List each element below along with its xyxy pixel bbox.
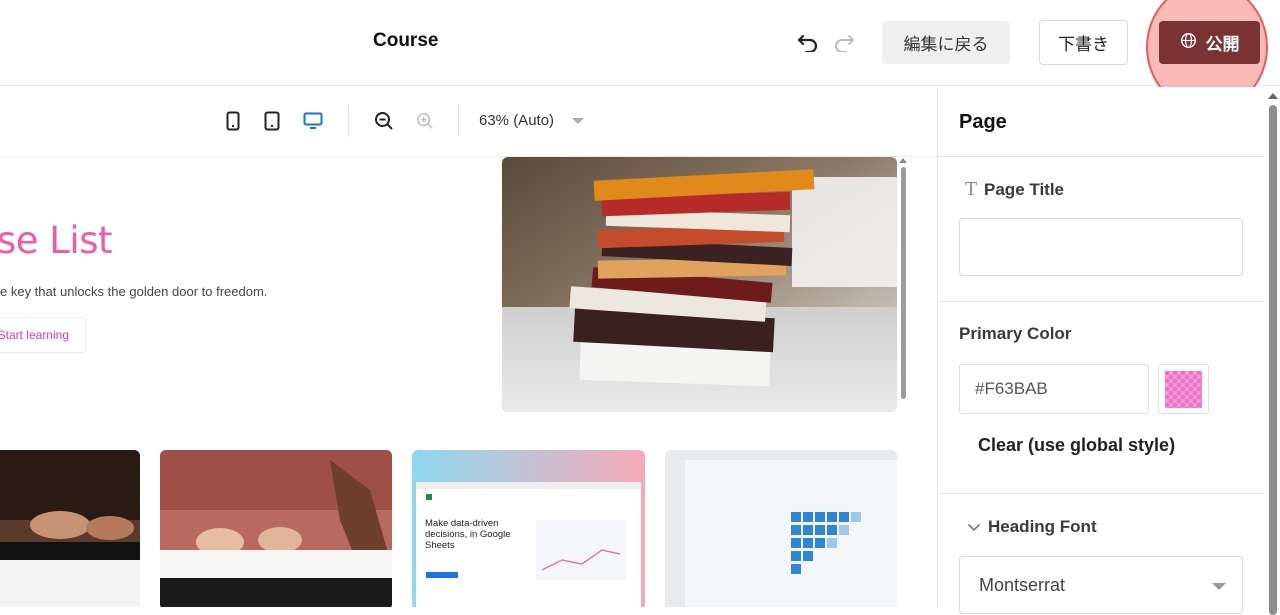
page-title: Course — [373, 30, 439, 51]
chevron-down-icon — [967, 517, 981, 537]
undo-icon[interactable] — [796, 30, 820, 54]
page-title-label-text: Page Title — [984, 179, 1065, 199]
card-heading: Make data-driven decisions, in Google Sh… — [425, 518, 511, 551]
heading-font-label[interactable]: Heading Font — [967, 517, 1097, 537]
tablet-icon[interactable] — [261, 110, 283, 132]
panel-title: Page — [959, 111, 1007, 133]
page-title-label: T Page Title — [965, 179, 1064, 200]
color-swatch-button[interactable] — [1158, 364, 1209, 414]
start-learning-button[interactable]: Start learning — [0, 317, 86, 353]
course-card-image[interactable] — [665, 450, 897, 607]
zoom-select[interactable]: 63% (Auto) — [479, 112, 554, 129]
draft-button[interactable]: 下書き — [1039, 20, 1128, 65]
preview-scrollbar-thumb[interactable] — [901, 167, 906, 399]
page-title-input[interactable] — [959, 218, 1243, 276]
back-to-edit-button[interactable]: 編集に戻る — [882, 21, 1010, 64]
course-card-image[interactable] — [0, 450, 140, 607]
primary-color-input[interactable]: #F63BAB — [959, 364, 1149, 414]
heading-font-label-text: Heading Font — [988, 517, 1097, 536]
books-image — [502, 157, 897, 412]
caret-down-icon — [1212, 583, 1226, 590]
zoom-in-icon[interactable] — [414, 110, 436, 132]
divider — [938, 301, 1264, 302]
canvas-area: 63% (Auto) se List e key that unlocks th… — [0, 87, 937, 607]
clear-color-button[interactable]: Clear (use global style) — [978, 435, 1175, 456]
toolbar-divider — [348, 105, 349, 137]
divider — [938, 156, 1264, 157]
settings-panel: Page T Page Title Primary Color #F63BAB … — [937, 87, 1280, 615]
color-swatch — [1165, 370, 1202, 408]
panel-scrollbar-thumb[interactable] — [1269, 105, 1277, 615]
divider — [938, 493, 1264, 494]
chevron-down-icon[interactable] — [572, 118, 584, 124]
publish-button[interactable]: 公開 — [1159, 21, 1260, 64]
mobile-icon[interactable] — [222, 110, 244, 132]
publish-label: 公開 — [1205, 35, 1240, 55]
globe-icon — [1180, 32, 1197, 54]
desktop-icon[interactable] — [302, 110, 324, 132]
redo-icon[interactable] — [832, 30, 856, 54]
course-card-image[interactable] — [160, 450, 392, 607]
text-type-icon: T — [965, 179, 978, 200]
top-bar: Course 編集に戻る 下書き 公開 — [0, 0, 1280, 112]
course-card-image[interactable]: Make data-driven decisions, in Google Sh… — [412, 450, 645, 607]
heading-font-select[interactable]: Montserrat — [959, 556, 1243, 614]
zoom-out-icon[interactable] — [373, 110, 395, 132]
page-preview[interactable]: se List e key that unlocks the golden do… — [0, 157, 908, 607]
scroll-up-icon[interactable] — [899, 158, 907, 163]
hero-title: se List — [0, 219, 112, 262]
heading-font-value: Montserrat — [979, 574, 1066, 595]
scroll-up-icon[interactable] — [1268, 93, 1278, 99]
toolbar-divider — [458, 105, 459, 137]
primary-color-label: Primary Color — [959, 324, 1072, 343]
hero-subtitle: e key that unlocks the golden door to fr… — [0, 284, 268, 299]
canvas-toolbar: 63% (Auto) — [0, 87, 937, 157]
